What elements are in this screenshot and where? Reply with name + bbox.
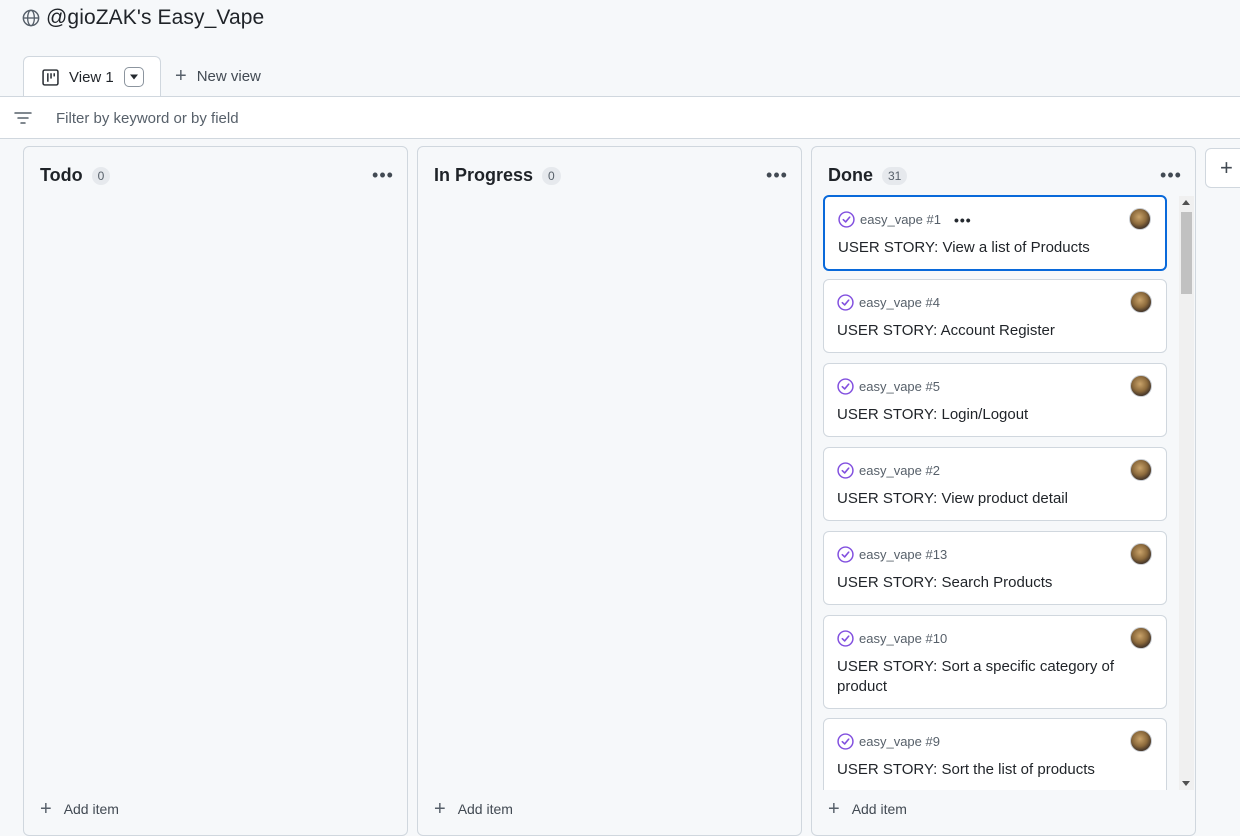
column-menu-button[interactable]: ••• [1159,163,1183,187]
issue-closed-icon [837,378,854,395]
card-meta: easy_vape #10 [837,630,947,647]
column-menu-button[interactable]: ••• [765,163,789,187]
card-list: easy_vape #1 ••• USER STORY: View a list… [823,195,1168,790]
issue-closed-icon [837,294,854,311]
card-repo-number: easy_vape #1 [860,212,941,227]
column-count-badge: 0 [542,166,561,185]
card[interactable]: easy_vape #10 USER STORY: Sort a specifi… [823,615,1167,709]
scroll-thumb[interactable] [1181,212,1192,294]
column-todo: Todo 0 ••• + Add item [23,146,408,836]
plus-icon: + [434,798,446,820]
issue-closed-icon [837,733,854,750]
issue-closed-icon [837,630,854,647]
filter-icon[interactable] [14,111,32,125]
card[interactable]: easy_vape #4 USER STORY: Account Registe… [823,279,1167,353]
plus-icon: + [40,798,52,820]
add-item-label: Add item [63,801,119,817]
filter-input[interactable] [56,107,656,129]
card-meta: easy_vape #2 [837,462,940,479]
card-repo-number: easy_vape #10 [859,631,948,646]
card-title[interactable]: USER STORY: Sort the list of products [837,760,1127,780]
card[interactable]: easy_vape #2 USER STORY: View product de… [823,447,1167,521]
card-repo-number: easy_vape #9 [859,734,940,749]
card-meta: easy_vape #5 [837,378,940,395]
new-view-label: New view [196,67,261,85]
done-column-scrollbar[interactable] [1179,196,1194,790]
column-title: Todo [40,165,83,185]
card-meta: easy_vape #13 [837,546,947,563]
card[interactable]: easy_vape #13 USER STORY: Search Product… [823,531,1167,605]
triangle-down-icon [129,74,138,80]
kebab-horizontal-icon: ••• [372,164,394,185]
add-item-label: Add item [457,801,513,817]
card-title[interactable]: USER STORY: View product detail [837,489,1127,509]
page-title: @gioZAK's Easy_Vape [46,6,265,29]
card-title[interactable]: USER STORY: Login/Logout [837,405,1127,425]
column-menu-button[interactable]: ••• [371,163,395,187]
column-count-badge: 0 [91,166,111,185]
card-title[interactable]: USER STORY: Sort a specific category of … [837,657,1127,697]
card[interactable]: easy_vape #9 USER STORY: Sort the list o… [823,718,1167,790]
card-repo-number: easy_vape #13 [859,547,948,562]
avatar[interactable] [1130,627,1152,649]
project-board-icon [42,68,59,86]
page-header: @gioZAK's Easy_Vape View 1 + New view [0,0,1240,97]
kebab-horizontal-icon: ••• [766,164,788,185]
card-title[interactable]: USER STORY: View a list of Products [838,238,1128,258]
card-menu-icon[interactable]: ••• [954,212,972,228]
card[interactable]: easy_vape #1 ••• USER STORY: View a list… [823,195,1167,271]
add-item-label: Add item [851,801,907,817]
add-item-button[interactable]: + Add item [434,798,513,820]
plus-icon: + [1220,155,1233,180]
card-meta: easy_vape #4 [837,294,940,311]
issue-closed-icon [838,211,855,228]
filter-bar [0,96,1240,139]
card-repo-number: easy_vape #5 [859,379,940,394]
avatar[interactable] [1130,730,1152,752]
column-in-progress: In Progress 0 ••• + Add item [417,146,802,836]
globe-icon [22,9,40,27]
column-header: Done 31 [828,165,908,186]
column-done: Done 31 ••• easy_vape #1 ••• USER STORY:… [811,146,1196,836]
view-tabs: View 1 + New view [0,56,1240,97]
card-meta: easy_vape #1 ••• [838,211,972,228]
plus-icon: + [828,798,840,820]
issue-closed-icon [837,462,854,479]
card-title[interactable]: USER STORY: Search Products [837,573,1127,593]
plus-icon: + [175,65,187,87]
scroll-up-arrow-icon[interactable] [1182,200,1190,205]
tab-label: View 1 [69,68,114,86]
column-title: Done [828,165,873,185]
tab-view-1[interactable]: View 1 [23,56,161,97]
card-repo-number: easy_vape #2 [859,463,940,478]
add-item-button[interactable]: + Add item [40,798,119,820]
column-header: Todo 0 [40,165,111,186]
tab-options-button[interactable] [123,67,144,87]
avatar[interactable] [1130,375,1152,397]
add-column-button[interactable]: + [1205,148,1240,188]
column-count-badge: 31 [882,166,908,185]
card-meta: easy_vape #9 [837,733,940,750]
new-view-button[interactable]: + New view [175,65,261,87]
title-row: @gioZAK's Easy_Vape [22,6,264,30]
card[interactable]: easy_vape #5 USER STORY: Login/Logout [823,363,1167,437]
column-header: In Progress 0 [434,165,561,186]
avatar[interactable] [1130,291,1152,313]
card-repo-number: easy_vape #4 [859,295,940,310]
avatar[interactable] [1129,208,1151,230]
issue-closed-icon [837,546,854,563]
avatar[interactable] [1130,459,1152,481]
kebab-horizontal-icon: ••• [1160,164,1182,185]
card-title[interactable]: USER STORY: Account Register [837,321,1127,341]
column-title: In Progress [434,165,534,185]
avatar[interactable] [1130,543,1152,565]
scroll-down-arrow-icon[interactable] [1182,781,1190,786]
add-item-button[interactable]: + Add item [828,798,907,820]
